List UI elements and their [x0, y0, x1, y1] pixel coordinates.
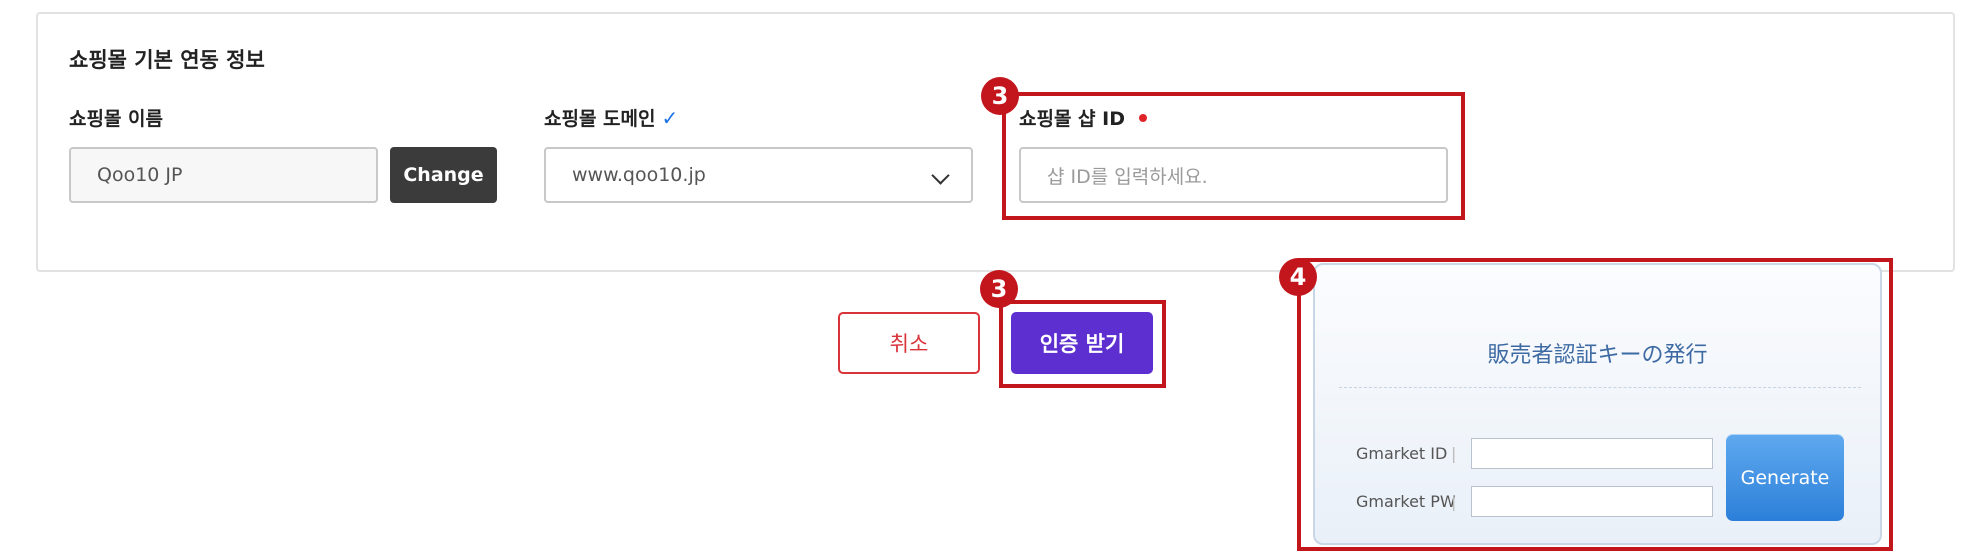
mall-domain-label-text: 쇼핑몰 도메인: [544, 108, 656, 130]
mall-domain-select[interactable]: www.qoo10.jp: [544, 147, 973, 203]
highlight-frame-seller-key: [1297, 258, 1893, 551]
mall-domain-label: 쇼핑몰 도메인 ✓: [544, 104, 678, 131]
highlight-frame-shop-id: [1002, 92, 1465, 220]
chevron-down-icon: [931, 166, 950, 185]
step-badge-4: 4: [1279, 258, 1317, 296]
section-title: 쇼핑몰 기본 연동 정보: [69, 48, 265, 72]
mall-integration-card: [36, 12, 1955, 272]
step-badge-3: 3: [980, 270, 1018, 308]
change-button[interactable]: Change: [390, 147, 497, 203]
cancel-button[interactable]: 취소: [838, 312, 980, 374]
step-badge-3: 3: [981, 77, 1019, 115]
mall-domain-selected: www.qoo10.jp: [572, 164, 706, 186]
check-icon: ✓: [661, 106, 679, 130]
mall-name-value: Qoo10 JP: [97, 164, 183, 186]
mall-name-label: 쇼핑몰 이름: [69, 108, 164, 130]
mall-name-input: Qoo10 JP: [69, 147, 378, 203]
highlight-frame-auth-button: [999, 300, 1166, 388]
